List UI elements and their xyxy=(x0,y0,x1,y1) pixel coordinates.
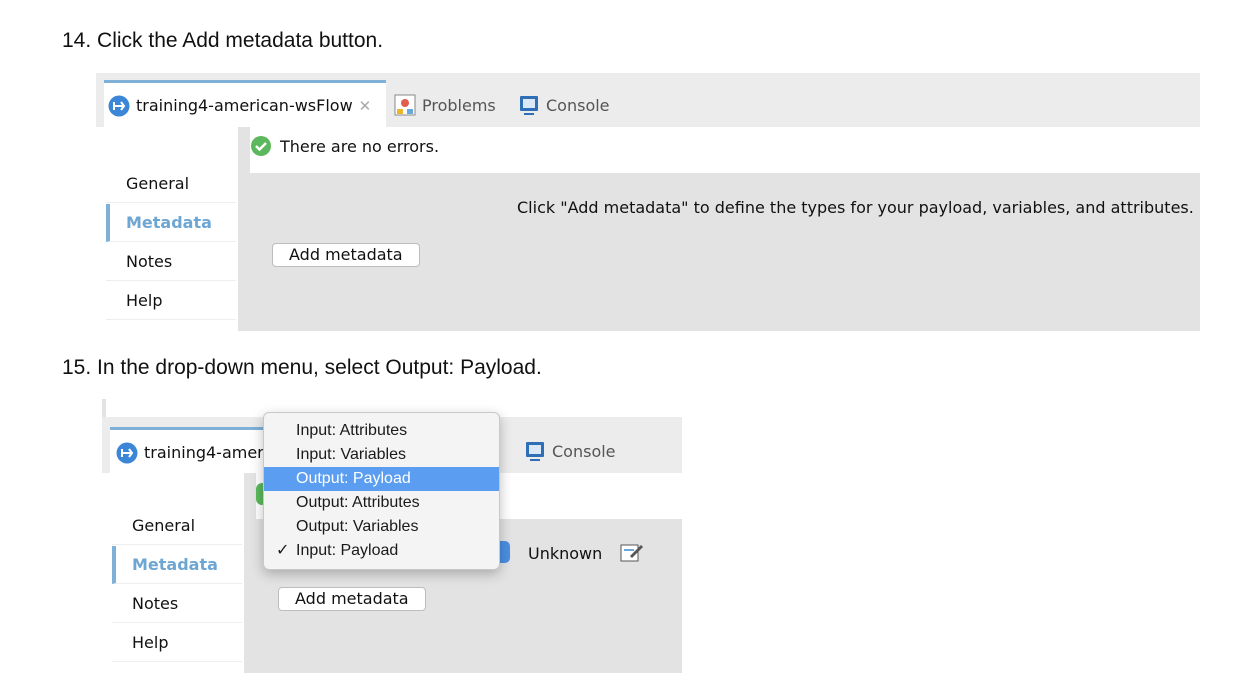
checkmark-icon: ✓ xyxy=(276,542,290,559)
step-15-instruction: 15. In the drop-down menu, select Output… xyxy=(62,356,542,379)
console-icon xyxy=(520,96,538,115)
metadata-hint: Click "Add metadata" to define the types… xyxy=(517,198,1194,217)
step-14-instruction: 14. Click the Add metadata button. xyxy=(62,29,384,52)
tab-flow-label: training4-ameri xyxy=(144,443,269,462)
edit-icon[interactable] xyxy=(620,541,644,563)
add-metadata-button[interactable]: Add metadata xyxy=(272,243,420,267)
menu-item-output-attributes[interactable]: Output: Attributes xyxy=(264,491,499,515)
close-icon[interactable]: ✕ xyxy=(359,97,372,115)
top-edge xyxy=(102,399,106,417)
sidebar-item-notes[interactable]: Notes xyxy=(106,243,236,281)
sidebar-item-help[interactable]: Help xyxy=(112,624,242,662)
sidebar: General Metadata Notes Help xyxy=(96,127,238,331)
sidebar-item-metadata[interactable]: Metadata xyxy=(112,546,242,584)
menu-item-output-variables[interactable]: Output: Variables xyxy=(264,515,499,539)
tab-problems[interactable]: Problems xyxy=(394,85,496,125)
sidebar: General Metadata Notes Help xyxy=(102,473,244,673)
flow-icon xyxy=(116,442,138,463)
status-text: There are no errors. xyxy=(280,136,440,156)
console-icon xyxy=(526,442,544,461)
check-circle-icon xyxy=(251,136,271,156)
metadata-dropdown-menu: Input: Attributes Input: Variables Outpu… xyxy=(263,412,500,570)
sidebar-item-general[interactable]: General xyxy=(106,165,236,203)
sidebar-item-help[interactable]: Help xyxy=(106,282,236,320)
tab-console[interactable]: Console xyxy=(524,431,616,471)
menu-item-input-variables[interactable]: Input: Variables xyxy=(264,443,499,467)
sidebar-item-metadata[interactable]: Metadata xyxy=(106,204,236,242)
sidebar-item-notes[interactable]: Notes xyxy=(112,585,242,623)
tab-console[interactable]: Console xyxy=(518,85,610,125)
menu-item-output-payload[interactable]: Output: Payload xyxy=(264,467,499,491)
screenshot-add-metadata: training4-american-wsFlow ✕ Problems Con… xyxy=(96,73,1200,331)
sidebar-item-general[interactable]: General xyxy=(112,507,242,545)
add-metadata-button[interactable]: Add metadata xyxy=(278,587,426,611)
menu-item-input-attributes[interactable]: Input: Attributes xyxy=(264,419,499,443)
payload-type: Unknown xyxy=(528,544,603,563)
tab-console-label: Console xyxy=(546,95,610,115)
menu-item-input-payload-label: Input: Payload xyxy=(296,542,399,559)
tab-flow[interactable]: training4-american-wsFlow ✕ xyxy=(104,80,386,128)
status-line: There are no errors. xyxy=(250,135,439,157)
tab-problems-label: Problems xyxy=(422,95,496,115)
tab-console-label: Console xyxy=(552,441,616,461)
menu-item-input-payload[interactable]: ✓ Input: Payload xyxy=(264,539,499,563)
divider xyxy=(238,127,250,331)
divider xyxy=(244,473,256,673)
tab-flow-label: training4-american-wsFlow xyxy=(136,96,353,115)
problems-icon xyxy=(394,94,416,116)
flow-icon xyxy=(108,95,130,116)
